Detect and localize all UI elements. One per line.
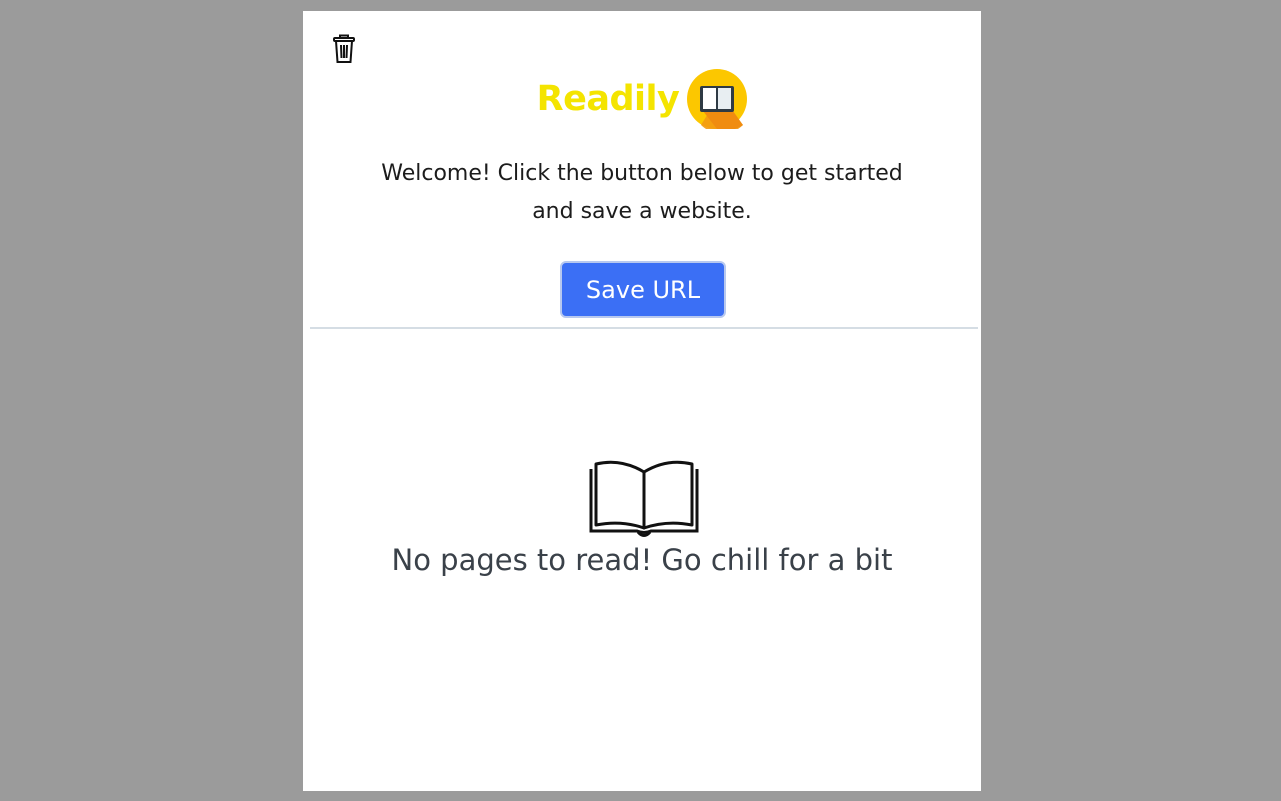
book-emoji-icon: [687, 69, 748, 129]
welcome-line-2: and save a website.: [532, 199, 752, 224]
welcome-message: Welcome! Click the button below to get s…: [303, 155, 981, 231]
open-book-icon: [589, 460, 699, 537]
clear-all-button[interactable]: [331, 33, 357, 65]
brand-header: Readily: [303, 67, 981, 131]
trash-icon: [333, 34, 355, 63]
empty-state-message: No pages to read! Go chill for a bit: [391, 543, 893, 577]
app-title: Readily: [536, 79, 680, 119]
extension-popup: Readily Welcome! Click the button below …: [303, 11, 981, 791]
section-divider: [310, 327, 978, 329]
save-url-button[interactable]: Save URL: [560, 261, 726, 318]
welcome-line-1: Welcome! Click the button below to get s…: [381, 161, 903, 186]
